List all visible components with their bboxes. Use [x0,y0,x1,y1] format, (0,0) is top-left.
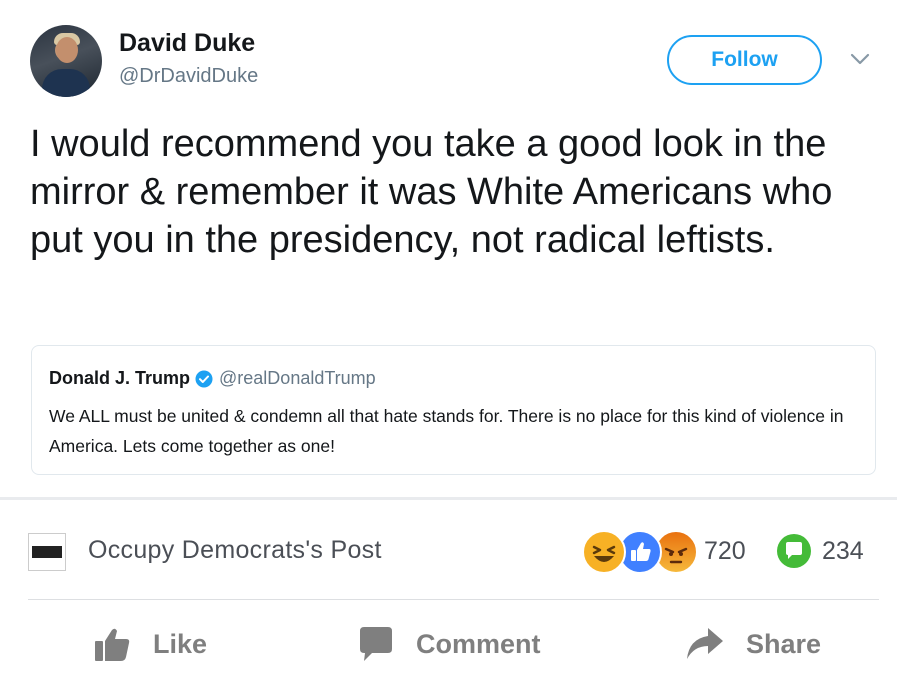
thumbs-up-icon [95,628,130,661]
author-name[interactable]: David Duke [119,29,255,58]
quoted-author-handle: @realDonaldTrump [219,368,376,388]
chevron-down-icon[interactable] [849,50,871,68]
share-button[interactable]: Share [686,622,821,666]
reactions-summary[interactable] [582,530,698,574]
comment-count[interactable]: 234 [822,537,864,566]
share-arrow-icon [687,628,723,659]
verified-icon [195,370,213,387]
author-avatar[interactable] [30,25,102,97]
like-label: Like [153,628,208,659]
haha-icon [582,530,626,574]
like-button[interactable]: Like [93,622,207,666]
author-handle[interactable]: @DrDavidDuke [119,65,258,88]
tweet-text: I would recommend you take a good look i… [30,123,833,261]
comment-label: Comment [416,628,541,659]
post-title[interactable]: Occupy Democrats's Post [88,536,382,565]
page-logo[interactable] [28,533,66,571]
follow-button[interactable]: Follow [667,35,822,85]
comment-button[interactable]: Comment [358,622,541,666]
actions-divider [28,599,879,600]
comment-icon [360,627,392,661]
comment-count-icon [777,534,811,568]
tweet-card: David Duke @DrDavidDuke Follow I would r… [0,0,897,500]
share-label: Share [746,628,822,659]
quoted-tweet-text: We ALL must be united & condemn all that… [49,406,844,456]
quoted-author-name: Donald J. Trump [49,368,191,388]
quoted-tweet[interactable]: Donald J. Trump @realDonaldTrump We ALL … [31,345,876,475]
reaction-count[interactable]: 720 [704,537,746,566]
